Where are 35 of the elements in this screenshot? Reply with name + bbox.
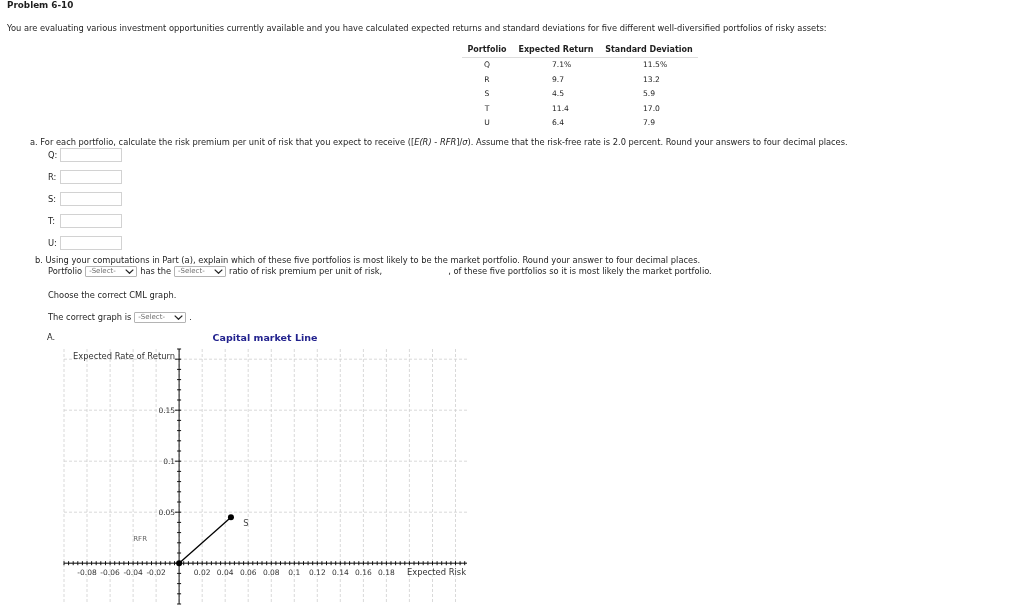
axis-title: Expected Rate of Return xyxy=(73,350,176,361)
point-marker xyxy=(176,559,183,566)
question-text: a. For each portfolio, calculate the risk premium per unit of risk that you expect to receive ([E(R) - RFR]/σ). Assume that the risk-free rate is 2.0 percent. Round your answers to four decimal places. xyxy=(30,136,848,148)
answer-field[interactable] xyxy=(60,213,122,228)
sentence-text: The correct graph is xyxy=(48,312,132,323)
chevron-down-icon xyxy=(214,269,224,274)
answer-label: Q: xyxy=(48,149,58,160)
sentence-text: has the xyxy=(140,266,172,277)
intro-text: You are evaluating various investment opportunities currently available and you have calculated expected returns and standard deviations for five different well-diversified portfolios of risky assets: xyxy=(7,23,827,34)
answer-label: U: xyxy=(48,237,57,248)
answer-field[interactable] xyxy=(60,235,122,250)
column-header: Expected Return xyxy=(518,45,594,54)
answer-label: S: xyxy=(48,193,57,204)
chevron-down-icon xyxy=(125,269,135,274)
chart-title: Capital market Line xyxy=(212,331,318,343)
answer-label: R: xyxy=(48,171,57,182)
chevron-down-icon xyxy=(174,315,184,320)
sentence-text: Portfolio xyxy=(48,266,83,277)
instruction-text: Choose the correct CML graph. xyxy=(48,289,177,301)
sentence-text: . xyxy=(189,312,192,323)
sentence-text: ratio of risk premium per unit of risk, xyxy=(229,266,383,277)
point-label: S xyxy=(243,517,249,528)
axis-title: Expected Risk xyxy=(406,566,466,577)
column-header: Standard Deviation xyxy=(605,45,693,54)
answer-field[interactable] xyxy=(60,191,122,206)
answer-field[interactable] xyxy=(60,169,122,184)
answer-field[interactable] xyxy=(60,147,122,162)
data-line xyxy=(178,516,232,564)
option-label: A. xyxy=(47,331,56,343)
answer-label: T: xyxy=(48,215,55,226)
column-header: Portfolio xyxy=(467,45,507,54)
sentence-text: , of these five portfolios so it is most likely the market portfolio. xyxy=(448,266,712,277)
question-text: b. Using your computations in Part (a), explain which of these five portfolios is most likely to be the market portfolio. Round your answer to four decimal places. xyxy=(35,254,701,266)
point-marker xyxy=(227,513,234,520)
problem-title: Problem 6-10 xyxy=(7,0,74,11)
